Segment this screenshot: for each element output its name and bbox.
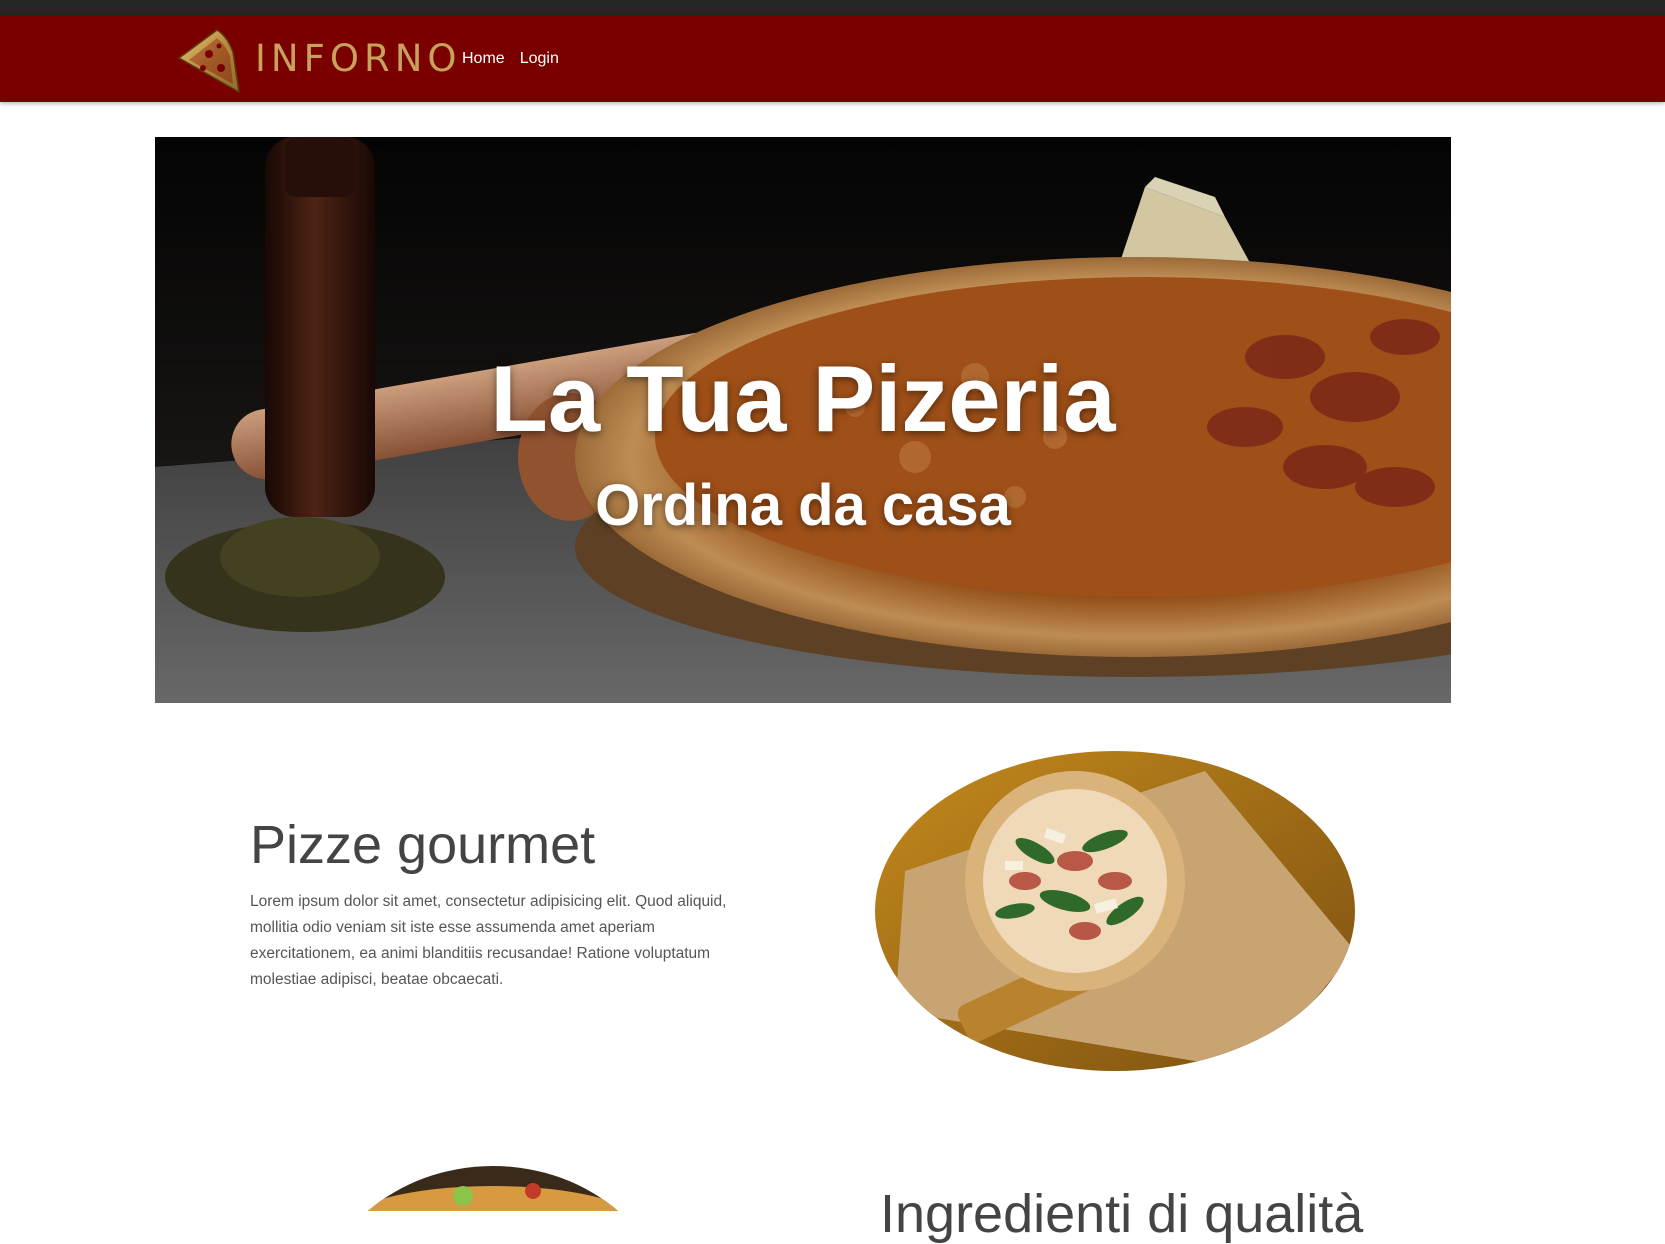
- feature-text: Lorem ipsum dolor sit amet, consectetur …: [250, 893, 727, 988]
- nav-link-login[interactable]: Login: [520, 50, 559, 68]
- brand-logo-link[interactable]: INFORNO: [175, 22, 462, 94]
- hero-title: La Tua Pizeria: [490, 346, 1116, 451]
- feature-title: Ingredienti di qualità: [880, 1184, 1364, 1244]
- gourmet-pizza-image: [875, 751, 1355, 1071]
- nav-link-home[interactable]: Home: [462, 50, 505, 68]
- feature-title: Pizze gourmet: [250, 815, 596, 875]
- browser-top-strip: [0, 0, 1665, 15]
- nav-links: Home Login: [462, 15, 574, 102]
- navbar: INFORNO Home Login: [0, 15, 1665, 102]
- hero-subtitle: Ordina da casa: [595, 473, 1011, 538]
- hero-banner: La Tua Pizeria Ordina da casa: [155, 137, 1451, 703]
- brand-name: INFORNO: [255, 36, 462, 80]
- second-feature-image: [313, 1166, 673, 1211]
- pizza-slice-icon: [177, 29, 240, 94]
